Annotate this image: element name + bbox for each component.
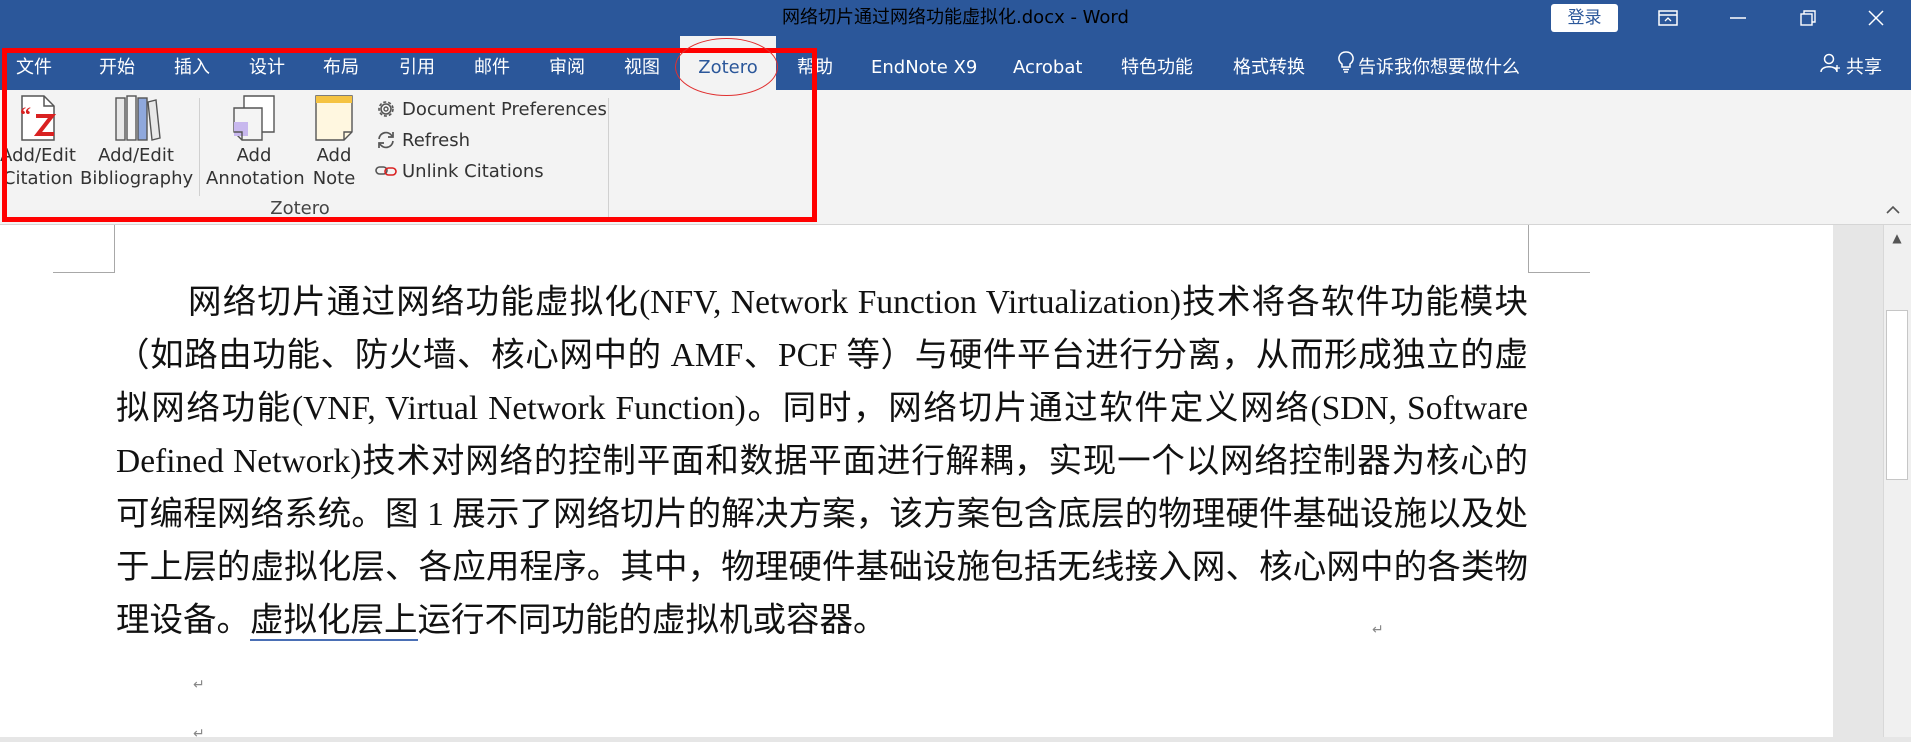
- scrollbar-thumb[interactable]: [1886, 310, 1908, 480]
- document-preferences-button[interactable]: Document Preferences: [374, 94, 607, 124]
- gear-icon: [378, 101, 394, 117]
- tab-references[interactable]: 引用: [399, 36, 435, 90]
- minimize-icon[interactable]: [1703, 0, 1773, 36]
- crop-mark: [1528, 225, 1529, 273]
- ribbon-display-icon[interactable]: [1633, 0, 1703, 36]
- svg-text:“: “: [20, 102, 31, 127]
- unlink-citations-button[interactable]: Unlink Citations: [374, 156, 544, 186]
- tab-acrobat[interactable]: Acrobat: [1013, 36, 1082, 90]
- paragraph-mark: ↵: [1372, 622, 1384, 638]
- scroll-up-arrow-icon[interactable]: ▲: [1883, 227, 1911, 249]
- unlink-icon: [375, 166, 397, 176]
- crop-mark: [114, 225, 115, 273]
- ribbon-separator: [199, 98, 200, 196]
- window-title: 网络切片通过网络功能虚拟化.docx - Word: [782, 7, 1129, 28]
- login-button[interactable]: 登录: [1551, 4, 1618, 32]
- citation-icon: “: [20, 95, 57, 141]
- body-paragraph[interactable]: 网络切片通过网络功能虚拟化(NFV, Network Function Virt…: [116, 276, 1528, 647]
- refresh-button[interactable]: Refresh: [374, 125, 470, 155]
- add-note-button[interactable]: Add Note: [308, 92, 360, 190]
- vertical-scrollbar[interactable]: [1883, 225, 1911, 737]
- tab-view[interactable]: 视图: [624, 36, 660, 90]
- share-button[interactable]: 共享: [1820, 36, 1882, 90]
- share-label: 共享: [1846, 57, 1882, 78]
- close-icon[interactable]: [1841, 0, 1911, 36]
- paragraph-mark: ↵: [193, 726, 205, 742]
- tab-endnote[interactable]: EndNote X9: [871, 36, 977, 90]
- collapse-ribbon-icon[interactable]: [1886, 200, 1900, 219]
- add-edit-bibliography-button[interactable]: Add/Edit Bibliography: [80, 92, 193, 190]
- tab-review[interactable]: 审阅: [549, 36, 585, 90]
- tab-zotero[interactable]: Zotero: [680, 36, 776, 90]
- refresh-icon: [378, 131, 394, 149]
- paragraph-tail: 运行不同功能的虚拟机或容器。: [417, 602, 887, 639]
- tab-help[interactable]: 帮助: [797, 36, 833, 90]
- paragraph-mark: ↵: [193, 677, 205, 693]
- add-annotation-button[interactable]: Add Annotation: [206, 92, 305, 190]
- annotation-icon: [233, 95, 275, 141]
- restore-icon[interactable]: [1773, 0, 1843, 36]
- tab-format-convert[interactable]: 格式转换: [1233, 36, 1305, 90]
- note-icon: [315, 95, 353, 141]
- ribbon-group-separator: [608, 98, 609, 218]
- tab-design[interactable]: 设计: [249, 36, 285, 90]
- bibliography-icon: [115, 95, 161, 141]
- underlined-text: 虚拟化层上: [250, 602, 418, 641]
- crop-mark: [53, 272, 115, 273]
- tab-layout[interactable]: 布局: [323, 36, 359, 90]
- tab-mailings[interactable]: 邮件: [474, 36, 510, 90]
- tell-me-label: 告诉我你想要做什么: [1358, 57, 1520, 78]
- tab-file[interactable]: 文件: [16, 36, 52, 90]
- tab-insert[interactable]: 插入: [174, 36, 210, 90]
- tell-me-search[interactable]: 告诉我你想要做什么: [1338, 36, 1520, 90]
- ribbon-group-label: Zotero: [270, 198, 330, 219]
- paragraph-text: 网络切片通过网络功能虚拟化(NFV, Network Function Virt…: [116, 284, 1528, 639]
- tab-home[interactable]: 开始: [99, 36, 135, 90]
- crop-mark: [1528, 272, 1590, 273]
- tab-special-features[interactable]: 特色功能: [1121, 36, 1193, 90]
- add-edit-citation-button[interactable]: “ Add/Edit Citation: [0, 92, 76, 190]
